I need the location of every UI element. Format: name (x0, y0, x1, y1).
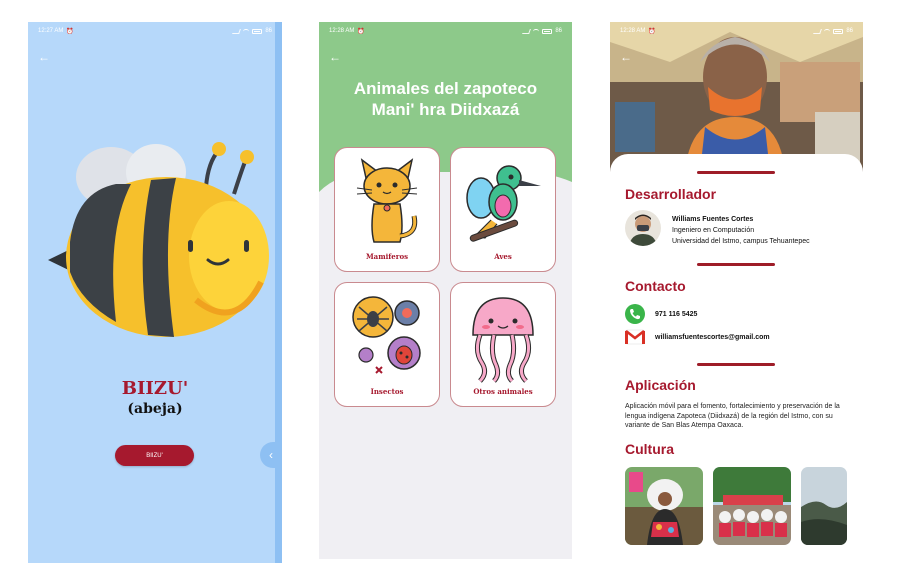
battery-level: 86 (265, 28, 272, 34)
back-arrow-icon[interactable]: ← (329, 50, 343, 64)
battery-icon (252, 28, 263, 34)
animal-translation: (abeja) (127, 401, 183, 417)
drawer-handle[interactable]: ‹ (260, 442, 282, 468)
category-card-mamiferos[interactable]: Mamiferos (334, 147, 440, 272)
insects-icon (352, 296, 421, 374)
page-title: Animales del zapoteco Mani' hra Diidxazá (319, 78, 572, 120)
alarm-icon: ⏰ (357, 28, 365, 35)
culture-photo[interactable] (625, 467, 703, 545)
section-divider (697, 263, 775, 266)
phone-icon (625, 304, 645, 324)
status-bar: 12:28 AM ⏰ 86 (610, 22, 863, 40)
category-card-otros-animales[interactable]: Otros animales (450, 282, 556, 407)
wifi-icon (243, 28, 250, 34)
phone-number: 971 116 5425 (655, 310, 698, 318)
culture-photo[interactable] (801, 467, 847, 545)
developer-degree: Ingeniero en Computación (672, 227, 755, 234)
category-card-insectos[interactable]: Insectos (334, 282, 440, 407)
status-bar: 12:27 AM ⏰ 86 (28, 22, 282, 40)
back-arrow-icon[interactable]: ← (38, 50, 52, 64)
alarm-icon: ⏰ (66, 28, 74, 35)
screenshot-stage: 12:27 AM ⏰ 86 ← BIIZU' (abeja) BIIZU' ‹ … (0, 0, 897, 583)
scroll-edge (275, 22, 282, 563)
alarm-icon: ⏰ (648, 28, 656, 35)
email-row[interactable]: williamsfuentescortes@gmail.com (625, 329, 770, 345)
category-label: Otros animales (473, 387, 533, 396)
categories-screen: 12:28 AM ⏰ 86 ← Animales del zapoteco Man… (319, 22, 572, 559)
category-label: Mamiferos (365, 252, 409, 261)
developer-name: Williams Fuentes Cortes (672, 216, 754, 223)
header-photo (610, 22, 863, 172)
signal-icon (232, 28, 242, 34)
category-label: Aves (494, 252, 512, 261)
wifi-icon (824, 28, 831, 34)
status-time: 12:28 AM (620, 28, 646, 34)
wifi-icon (533, 28, 540, 34)
cat-icon (356, 158, 418, 243)
section-divider (697, 363, 775, 366)
status-time: 12:27 AM (38, 28, 64, 34)
battery-icon (833, 28, 844, 34)
status-time: 12:28 AM (329, 28, 355, 34)
category-label: Insectos (370, 387, 404, 396)
gmail-icon (625, 329, 645, 345)
status-bar: 12:28 AM ⏰ 86 (319, 22, 572, 40)
category-card-aves[interactable]: Aves (450, 147, 556, 272)
developer-title: Desarrollador (625, 186, 717, 202)
culture-photo[interactable] (713, 467, 791, 545)
bird-icon (466, 165, 541, 242)
about-screen: 12:28 AM ⏰ 86 ← Desarrollador Williams Fu… (610, 22, 863, 552)
chevron-left-icon: ‹ (269, 448, 273, 462)
contact-title: Contacto (625, 278, 686, 294)
signal-icon (522, 28, 532, 34)
animal-name: BIIZU' (121, 378, 189, 399)
email-address: williamsfuentescortes@gmail.com (655, 333, 770, 341)
title-line-1: Animales del zapoteco (353, 79, 538, 98)
title-line-2: Mani' hra Diidxazá (371, 100, 520, 119)
developer-avatar (625, 210, 661, 246)
battery-level: 86 (555, 28, 562, 34)
section-divider (697, 171, 775, 174)
animal-detail-screen: 12:27 AM ⏰ 86 ← BIIZU' (abeja) BIIZU' ‹ (28, 22, 282, 563)
developer-info: Williams Fuentes Cortes Ingeniero en Com… (672, 214, 810, 247)
app-description: Aplicación móvil para el fomento, fortal… (625, 403, 840, 429)
app-title: Aplicación (625, 377, 696, 393)
back-arrow-icon[interactable]: ← (620, 50, 634, 64)
battery-level: 86 (846, 28, 853, 34)
jellyfish-icon (472, 297, 534, 383)
signal-icon (813, 28, 823, 34)
battery-icon (542, 28, 553, 34)
developer-institution: Universidad del Istmo, campus Tehuantepe… (672, 238, 810, 245)
bee-illustration (48, 142, 269, 337)
culture-title: Cultura (625, 441, 674, 457)
phone-row[interactable]: 971 116 5425 (625, 304, 697, 324)
play-audio-button[interactable]: BIIZU' (115, 445, 194, 466)
